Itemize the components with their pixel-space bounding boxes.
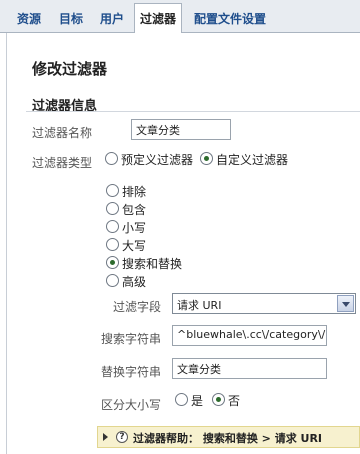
filter-field-select[interactable]: 请求 URI [172, 293, 356, 314]
search-string-label: 搜索字符串 [101, 332, 162, 346]
help-icon: ? [116, 431, 128, 443]
tab-profile-settings[interactable]: 配置文件设置 [189, 6, 271, 33]
case-sensitive-no-label: 否 [228, 394, 241, 408]
radio-custom-filter[interactable] [200, 152, 213, 165]
case-sensitive-label: 区分大小写 [101, 398, 162, 412]
radio-case-sensitive-no[interactable] [212, 393, 225, 406]
tab-resources[interactable]: 资源 [12, 6, 46, 33]
filter-help-bar[interactable]: ? 过滤器帮助： 搜索和替换 > 请求 URI [97, 426, 360, 448]
search-and-replace-option-label: 搜索和替换 [122, 257, 183, 271]
filter-field-label: 过滤字段 [113, 300, 162, 314]
tab-bar: 资源 目标 用户 过滤器 配置文件设置 [0, 0, 360, 34]
predefined-filter-option-label: 预定义过滤器 [121, 153, 194, 167]
radio-advanced[interactable] [106, 274, 119, 287]
filter-type-label: 过滤器类型 [32, 156, 93, 170]
filter-help-text: 过滤器帮助： 搜索和替换 > 请求 URI [133, 432, 323, 445]
radio-predefined-filter[interactable] [105, 152, 118, 165]
radio-case-sensitive-yes[interactable] [175, 393, 188, 406]
custom-filter-option-label: 自定义过滤器 [216, 153, 289, 167]
page-title: 修改过滤器 [32, 60, 108, 78]
chevron-down-icon[interactable] [337, 295, 354, 312]
filter-name-label: 过滤器名称 [32, 126, 93, 140]
include-option-label: 包含 [122, 203, 147, 217]
radio-exclude[interactable] [106, 184, 119, 197]
uppercase-option-label: 大写 [122, 239, 147, 253]
advanced-option-label: 高级 [122, 275, 147, 289]
tab-goals[interactable]: 目标 [54, 6, 88, 33]
lowercase-option-label: 小写 [122, 221, 147, 235]
filter-name-input[interactable]: 文章分类 [131, 119, 231, 140]
radio-search-and-replace[interactable] [106, 256, 119, 269]
radio-lowercase[interactable] [106, 220, 119, 233]
search-string-input[interactable]: ^bluewhale\.cc\/category\/.* [172, 325, 327, 346]
radio-include[interactable] [106, 202, 119, 215]
tab-filters[interactable]: 过滤器 [134, 3, 183, 34]
case-sensitive-yes-label: 是 [191, 394, 204, 408]
expand-arrow-icon [103, 433, 108, 441]
exclude-option-label: 排除 [122, 185, 147, 199]
replace-string-input[interactable]: 文章分类 [172, 358, 327, 379]
radio-uppercase[interactable] [106, 238, 119, 251]
filter-field-value: 请求 URI [177, 299, 222, 312]
tab-users[interactable]: 用户 [95, 6, 129, 33]
section-divider [26, 111, 360, 112]
replace-string-label: 替换字符串 [101, 365, 162, 379]
